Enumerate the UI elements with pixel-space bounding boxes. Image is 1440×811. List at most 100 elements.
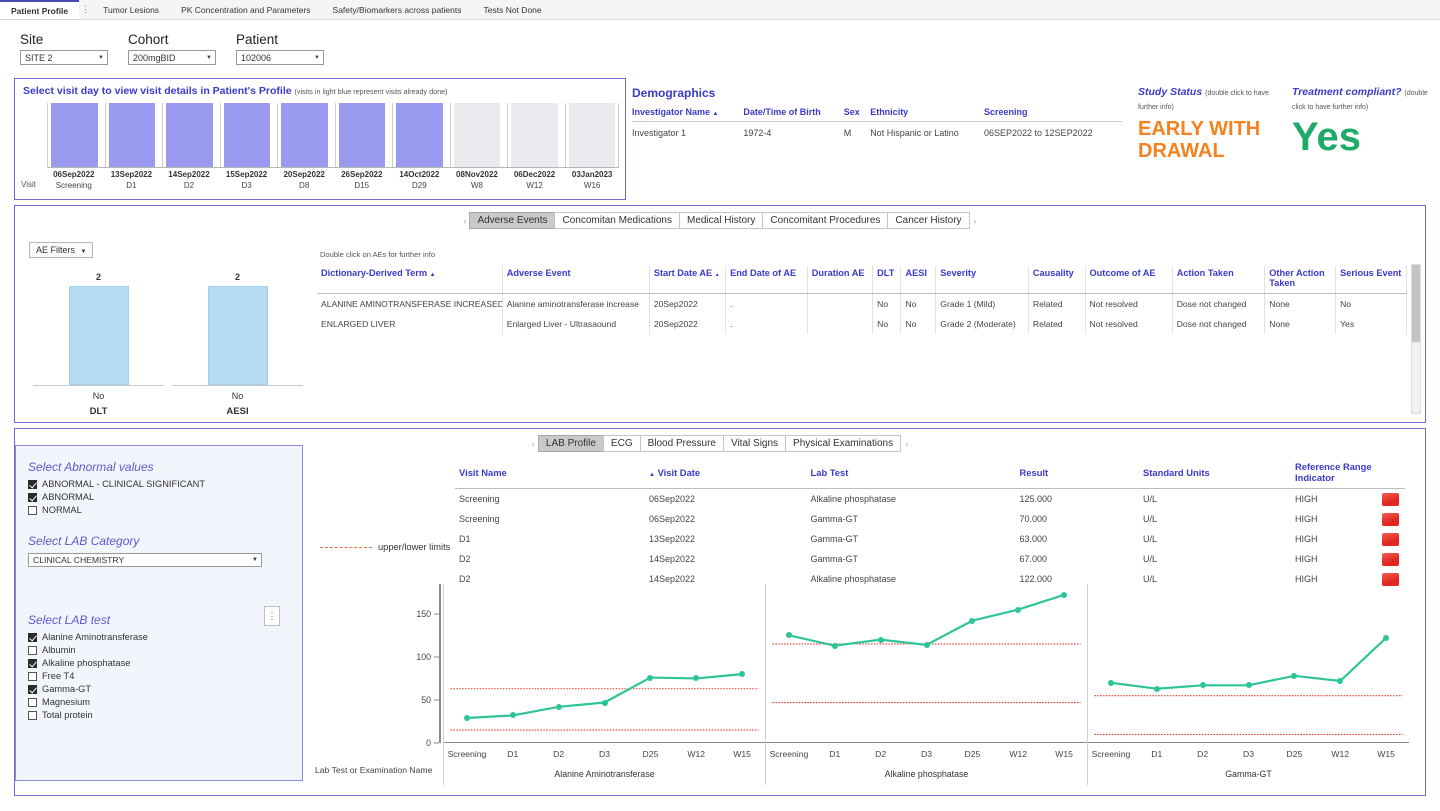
lab-tab-physical-examinations[interactable]: Physical Examinations	[785, 435, 902, 452]
top-tab-safety-biomarkers-across-patients[interactable]: Safety/Biomarkers across patients	[322, 0, 473, 19]
visit-bar-w12[interactable]	[511, 103, 558, 167]
lab-test-option-total-protein[interactable]: Total protein	[28, 710, 302, 720]
visit-bar-d2[interactable]	[166, 103, 213, 167]
selector-cohort-dropdown[interactable]: 200mgBID	[128, 50, 216, 65]
visit-bar-slot[interactable]	[334, 103, 389, 167]
chart-data-point[interactable]	[1061, 591, 1068, 598]
checkbox[interactable]	[28, 492, 37, 502]
top-tab-pk-concentration-and-parameters[interactable]: PK Concentration and Parameters	[170, 0, 321, 19]
lab-category-title: Select LAB Category	[28, 534, 140, 548]
lab-tab-vital-signs[interactable]: Vital Signs	[722, 435, 787, 452]
visit-bar-d29[interactable]	[396, 103, 443, 167]
study-status-card[interactable]: Study Status (double click to have furth…	[1138, 86, 1273, 162]
lab-tab-blood-pressure[interactable]: Blood Pressure	[639, 435, 724, 452]
chart-data-point[interactable]	[877, 636, 884, 643]
table-row[interactable]: ENLARGED LIVER Enlarged Liver - Ultrasaou…	[317, 314, 1407, 334]
treatment-compliant-card[interactable]: Treatment compliant? (double click to ha…	[1292, 86, 1432, 158]
chart-data-point[interactable]	[1199, 682, 1206, 689]
ae-table-scrollbar[interactable]	[1411, 264, 1421, 414]
ae-next-arrow-icon[interactable]: ›	[970, 216, 981, 226]
selector-patient-dropdown[interactable]: 102006	[236, 50, 324, 65]
visit-bar-d3[interactable]	[223, 103, 270, 167]
visit-bar-screening[interactable]	[51, 103, 98, 167]
lab-next-arrow-icon[interactable]: ›	[901, 439, 912, 449]
visit-bar-d1[interactable]	[108, 103, 155, 167]
abnormal-option-abnormal[interactable]: ABNORMAL	[28, 492, 302, 502]
table-row[interactable]: Screening 06Sep2022 Alkaline phosphatase 12…	[455, 489, 1405, 510]
chart-data-point[interactable]	[1153, 685, 1160, 692]
table-row[interactable]: D1 13Sep2022 Gamma-GT 63.000 U/L HIGH	[455, 529, 1405, 549]
chart-data-point[interactable]	[923, 641, 930, 648]
table-row[interactable]: D2 14Sep2022 Gamma-GT 67.000 U/L HIGH	[455, 549, 1405, 569]
top-tab-tests-not-done[interactable]: Tests Not Done	[473, 0, 553, 19]
visit-bar-chart[interactable]	[47, 103, 619, 167]
lab-test-more-options-icon[interactable]: ⋮	[264, 606, 280, 626]
ae-tab-cancer-history[interactable]: Cancer History	[887, 212, 970, 229]
top-tab-more-options-icon[interactable]: ⋮	[79, 0, 92, 19]
abnormal-option-normal[interactable]: NORMAL	[28, 505, 302, 515]
checkbox[interactable]	[28, 645, 37, 655]
checkbox[interactable]	[28, 632, 37, 642]
lab-test-option-alanine-aminotransferase[interactable]: Alanine Aminotransferase	[28, 632, 302, 642]
ae-bar-aesi[interactable]	[207, 286, 268, 385]
visit-bar-slot[interactable]	[507, 103, 561, 167]
chart-data-point[interactable]	[1245, 682, 1252, 689]
visit-bar-d15[interactable]	[338, 103, 385, 167]
checkbox[interactable]	[28, 710, 37, 720]
visit-bar-slot[interactable]	[277, 103, 331, 167]
chart-data-point[interactable]	[1291, 672, 1298, 679]
abnormal-option-abnormal-clinical-significant[interactable]: ABNORMAL - CLINICAL SIGNIFICANT	[28, 479, 302, 489]
lab-tab-ecg[interactable]: ECG	[602, 435, 641, 452]
scrollbar-thumb[interactable]	[1412, 265, 1420, 342]
chart-data-point[interactable]	[969, 617, 976, 624]
table-row[interactable]: Screening 06Sep2022 Gamma-GT 70.000 U/L HIGH	[455, 509, 1405, 529]
visit-bar-slot[interactable]	[392, 103, 446, 167]
chart-data-point[interactable]	[739, 671, 746, 678]
chart-data-point[interactable]	[693, 675, 700, 682]
ae-filters-button[interactable]: AE Filters	[29, 242, 94, 258]
visit-bar-d8[interactable]	[281, 103, 328, 167]
visit-bar-slot[interactable]	[104, 103, 159, 167]
table-row[interactable]: ALANINE AMINOTRANSFERASE INCREASED Alanin…	[317, 293, 1407, 314]
lab-test-option-gamma-gt[interactable]: Gamma-GT	[28, 684, 302, 694]
lab-test-option-magnesium[interactable]: Magnesium	[28, 697, 302, 707]
visit-bar-slot[interactable]	[219, 103, 274, 167]
chart-data-point[interactable]	[785, 632, 792, 639]
chart-data-point[interactable]	[831, 642, 838, 649]
chart-data-point[interactable]	[509, 712, 516, 719]
chart-data-point[interactable]	[463, 715, 470, 722]
ae-tab-adverse-events[interactable]: Adverse Events	[469, 212, 556, 229]
checkbox[interactable]	[28, 505, 37, 515]
visit-bar-slot[interactable]	[47, 103, 101, 167]
chart-data-point[interactable]	[1383, 634, 1390, 641]
checkbox[interactable]	[28, 684, 37, 694]
ae-tab-medical-history[interactable]: Medical History	[678, 212, 764, 229]
visit-bar-slot[interactable]	[162, 103, 216, 167]
top-tab-patient-profile[interactable]: Patient Profile	[0, 0, 80, 19]
lab-category-select[interactable]: CLINICAL CHEMISTRY	[28, 553, 262, 567]
ae-tab-concomitant-procedures[interactable]: Concomitant Procedures	[762, 212, 889, 229]
top-tab-tumor-lesions[interactable]: Tumor Lesions	[92, 0, 170, 19]
visit-bar-w8[interactable]	[453, 103, 500, 167]
chart-data-point[interactable]	[1107, 679, 1114, 686]
ae-bar-value: 2	[95, 272, 101, 282]
visit-bar-w16[interactable]	[568, 103, 615, 167]
lab-test-option-alkaline-phosphatase[interactable]: Alkaline phosphatase	[28, 658, 302, 668]
chart-data-point[interactable]	[1337, 678, 1344, 684]
chart-data-point[interactable]	[1015, 606, 1022, 613]
visit-bar-slot[interactable]	[449, 103, 504, 167]
ae-tab-concomitan-medications[interactable]: Concomitan Medications	[554, 212, 680, 229]
lab-tab-lab-profile[interactable]: LAB Profile	[537, 435, 604, 452]
chart-data-point[interactable]	[555, 703, 562, 710]
checkbox[interactable]	[28, 697, 37, 707]
chart-data-point[interactable]	[647, 674, 654, 681]
chart-data-point[interactable]	[601, 699, 608, 706]
visit-bar-slot[interactable]	[564, 103, 619, 167]
lab-test-option-albumin[interactable]: Albumin	[28, 645, 302, 655]
lab-test-option-free-t4[interactable]: Free T4	[28, 671, 302, 681]
selector-site-dropdown[interactable]: SITE 2	[20, 50, 108, 65]
checkbox[interactable]	[28, 479, 37, 489]
ae-bar-dlt[interactable]	[68, 286, 129, 385]
checkbox[interactable]	[28, 658, 37, 668]
checkbox[interactable]	[28, 671, 37, 681]
